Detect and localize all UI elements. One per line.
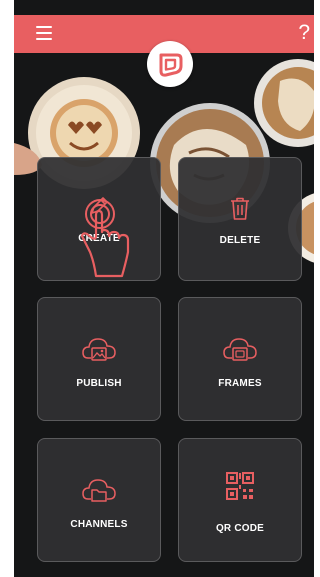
help-button[interactable]: ? — [298, 20, 310, 46]
qr-code-tile[interactable]: QR CODE — [178, 438, 302, 562]
app-screen: ? CREATE DELETE PUBLISH FRAMES CHANNELS … — [14, 0, 314, 577]
publish-label: PUBLISH — [76, 378, 122, 389]
cloud-folder-icon — [82, 479, 116, 502]
cloud-image-icon — [82, 338, 116, 361]
trash-icon — [231, 197, 249, 220]
hamburger-menu-icon[interactable] — [36, 26, 52, 40]
app-logo-icon — [147, 41, 193, 87]
channels-label: CHANNELS — [70, 519, 128, 530]
delete-label: DELETE — [219, 235, 261, 246]
delete-tile[interactable]: DELETE — [178, 157, 302, 281]
publish-tile[interactable]: PUBLISH — [37, 297, 161, 421]
channels-tile[interactable]: CHANNELS — [37, 438, 161, 562]
cloud-frame-icon — [223, 338, 257, 361]
qr-code-icon — [226, 472, 254, 500]
tap-gesture-hand-icon — [80, 199, 130, 278]
frames-tile[interactable]: FRAMES — [178, 297, 302, 421]
qr-code-label: QR CODE — [215, 523, 265, 534]
frames-label: FRAMES — [218, 378, 262, 389]
